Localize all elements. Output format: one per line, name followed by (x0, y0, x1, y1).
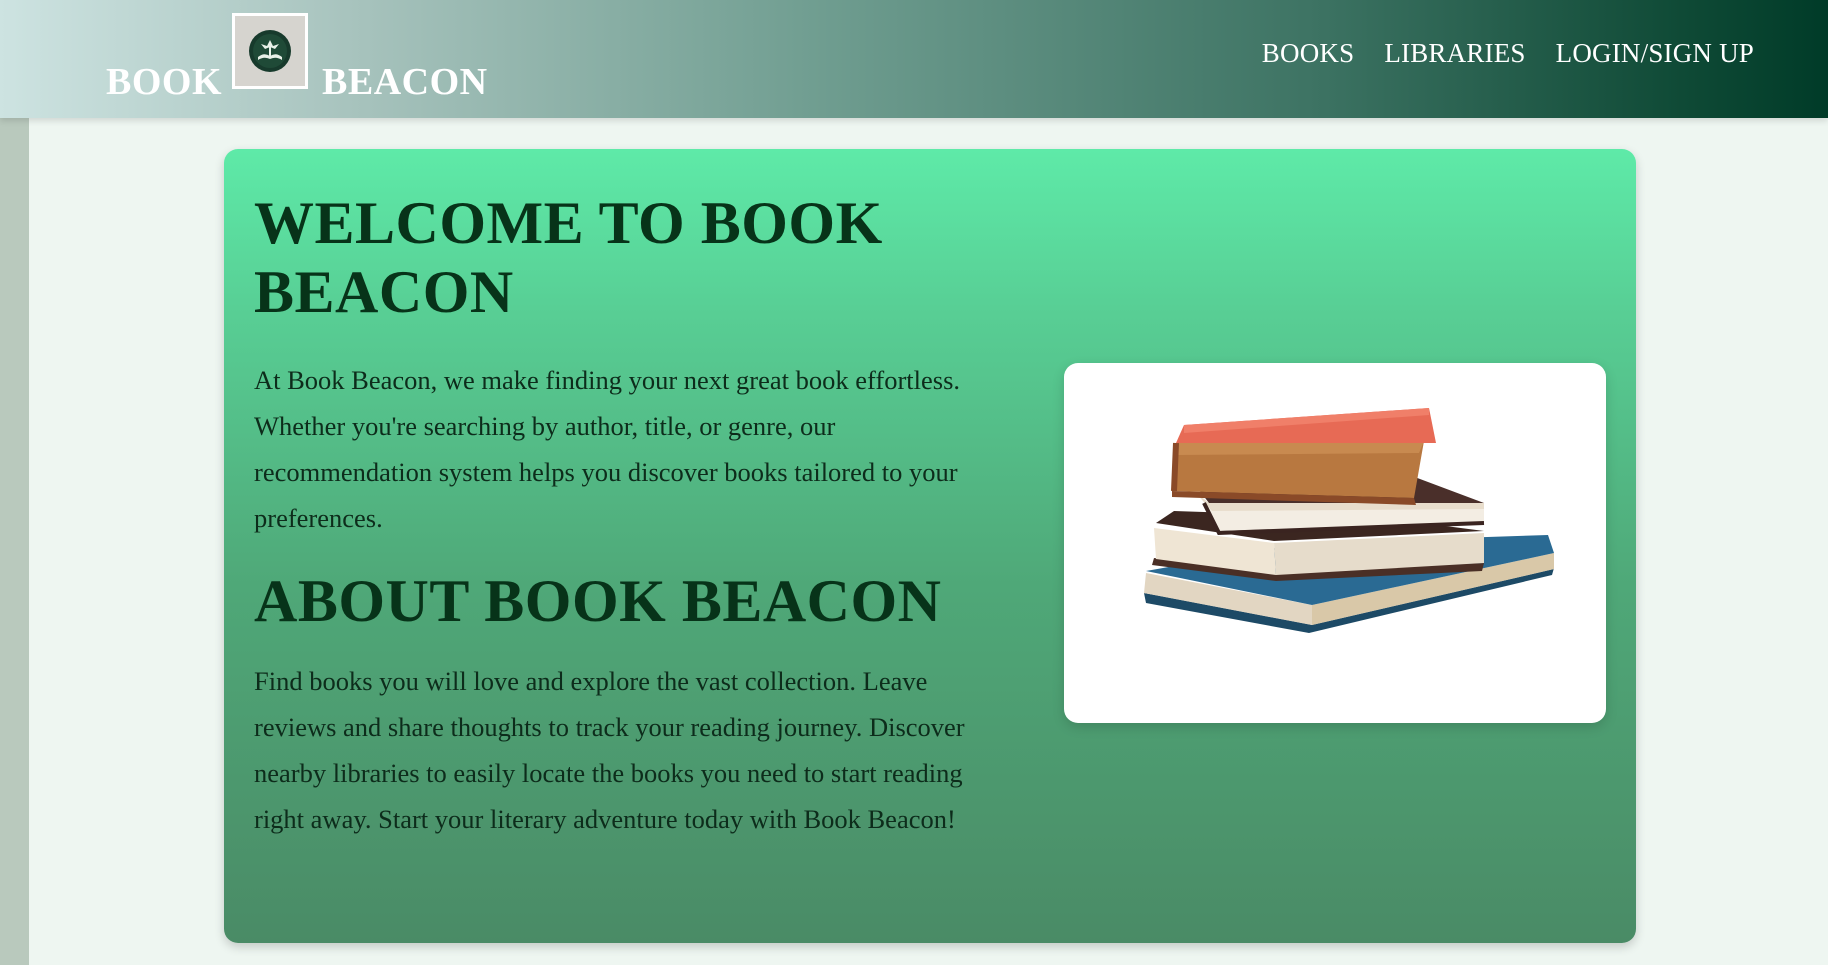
nav-libraries[interactable]: LIBRARIES (1384, 38, 1525, 69)
book-red (1171, 408, 1436, 505)
nav-login-signup[interactable]: LOGIN/SIGN UP (1556, 38, 1754, 69)
page: BOOK BEACON BOOKS LIBRARIES LOGIN/SIGN U… (0, 0, 1828, 965)
brand-word-book: BOOK (106, 61, 223, 103)
brand[interactable]: BOOK BEACON (106, 13, 488, 103)
logo-icon[interactable] (232, 13, 309, 89)
book-lamp-logo-icon (249, 30, 292, 72)
welcome-heading: WELCOME TO BOOK BEACON (254, 190, 883, 325)
about-heading: ABOUT BOOK BEACON (254, 568, 942, 634)
brand-word-beacon: BEACON (322, 61, 488, 103)
hero-text: WELCOME TO BOOK BEACON At Book Beacon, w… (254, 189, 1014, 842)
intro-paragraph: At Book Beacon, we make finding your nex… (254, 365, 961, 533)
hero-card: WELCOME TO BOOK BEACON At Book Beacon, w… (224, 149, 1636, 943)
site-header: BOOK BEACON BOOKS LIBRARIES LOGIN/SIGN U… (0, 0, 1828, 118)
books-image-card (1064, 363, 1606, 723)
stack-of-books-illustration (1144, 408, 1554, 633)
nav-books[interactable]: BOOKS (1262, 38, 1355, 69)
about-paragraph: Find books you will love and explore the… (254, 666, 965, 834)
main-nav: BOOKS LIBRARIES LOGIN/SIGN UP (1262, 38, 1754, 69)
left-rail (0, 118, 29, 965)
